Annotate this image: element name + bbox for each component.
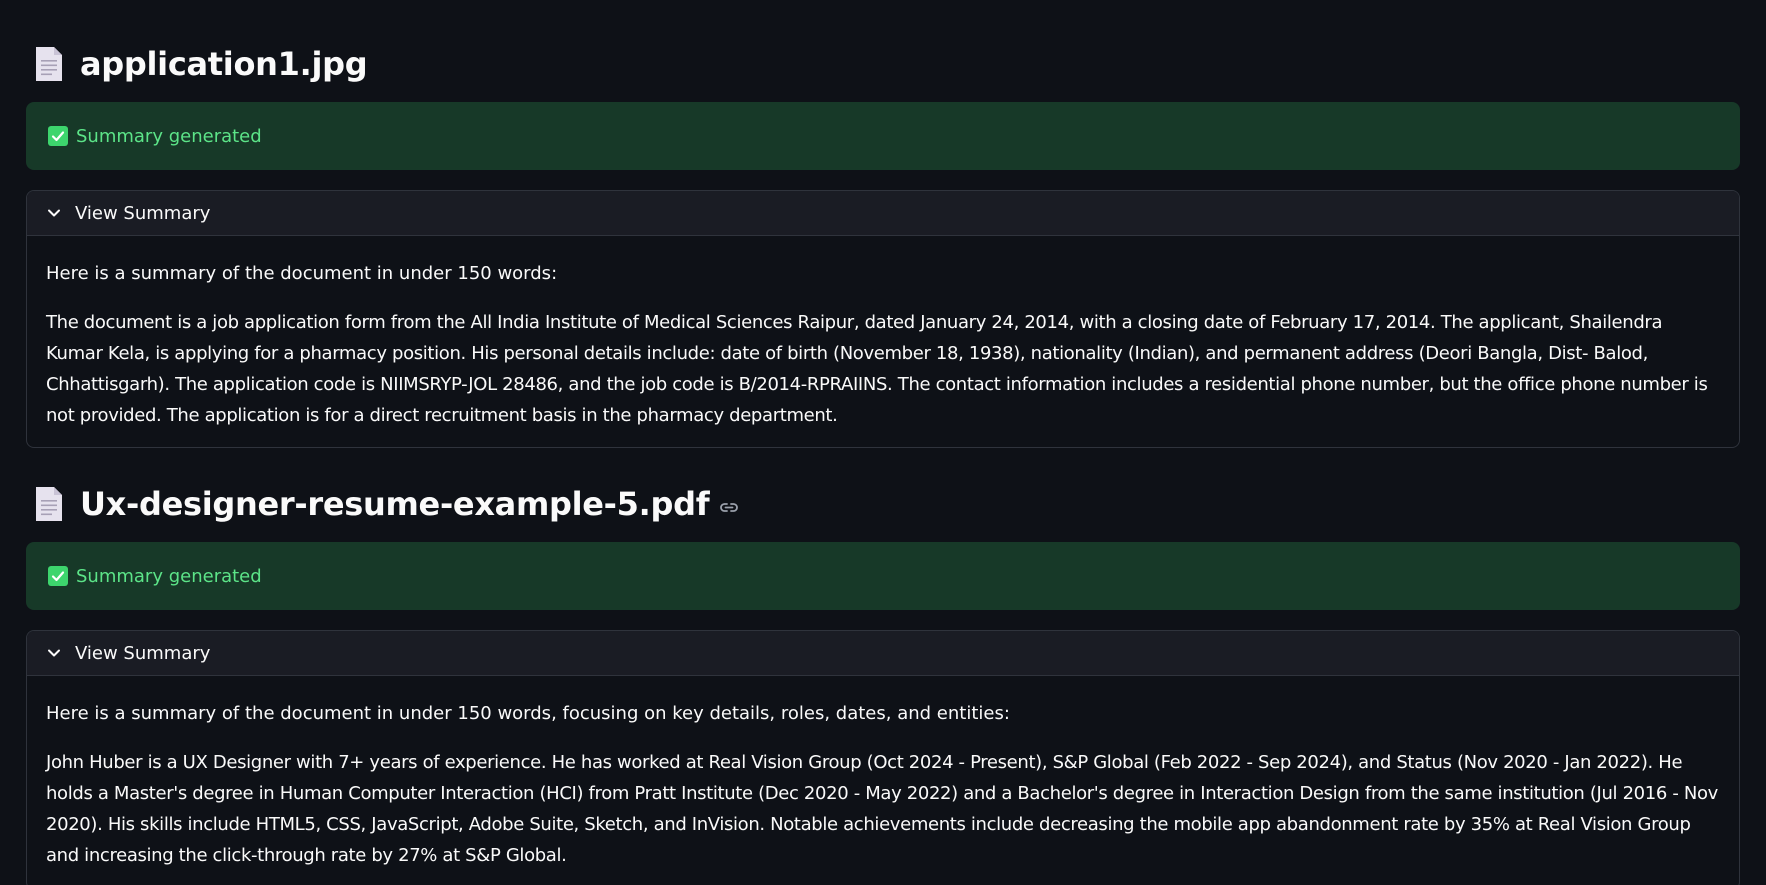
document-header: Ux-designer-resume-example-5.pdf [26,482,1740,526]
summary-expander: View Summary Here is a summary of the do… [26,190,1740,448]
summary-text: John Huber is a UX Designer with 7+ year… [46,752,1718,866]
chevron-down-icon [48,649,60,657]
expander-label: View Summary [75,202,211,224]
document-title: application1.jpg [80,45,368,83]
check-icon [48,566,68,586]
status-text: Summary generated [76,125,262,147]
expander-body: Here is a summary of the document in und… [27,676,1739,871]
summary-intro: Here is a summary of the document in und… [46,703,1010,724]
view-summary-toggle[interactable]: View Summary [27,191,1739,236]
status-text: Summary generated [76,565,262,587]
summary-intro: Here is a summary of the document in und… [46,263,558,284]
view-summary-toggle[interactable]: View Summary [27,631,1739,676]
expander-label: View Summary [75,642,211,664]
page: application1.jpg Summary generated View … [0,42,1766,885]
summary-expander: View Summary Here is a summary of the do… [26,630,1740,885]
document-icon [36,487,62,521]
chevron-down-icon [48,209,60,217]
check-icon [48,126,68,146]
document-header: application1.jpg [26,42,1740,86]
success-alert: Summary generated [26,542,1740,610]
document-title: Ux-designer-resume-example-5.pdf [80,485,710,523]
expander-body: Here is a summary of the document in und… [27,236,1739,431]
document-icon [36,47,62,81]
summary-text: The document is a job application form f… [46,312,1708,426]
success-alert: Summary generated [26,102,1740,170]
link-icon[interactable] [718,496,740,518]
